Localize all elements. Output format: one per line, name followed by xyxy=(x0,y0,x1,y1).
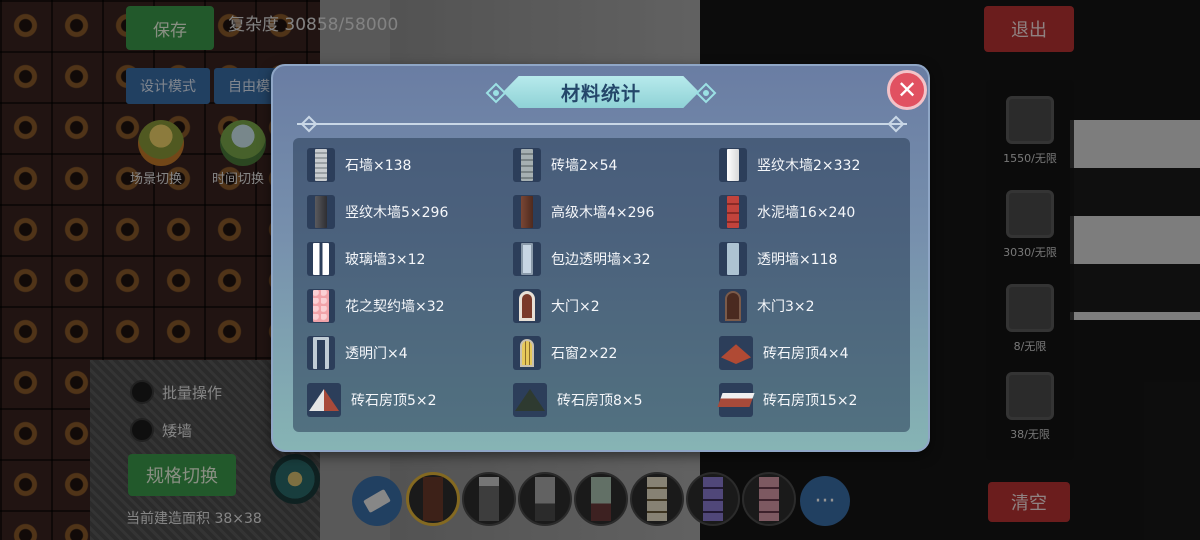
materials-list: 石墙×138 砖墙2×54 竖纹木墙2×332 竖纹木墙5×296 高级木墙4×… xyxy=(293,138,910,432)
vertical-wood-wall-icon xyxy=(719,148,747,182)
material-label: 大门×2 xyxy=(551,299,600,315)
material-item: 石墙×138 xyxy=(307,148,411,182)
material-label: 石墙×138 xyxy=(345,158,412,174)
material-stats-dialog: 材料统计 ✕ 石墙×138 砖墙2×54 竖纹木墙2×332 竖纹木墙5×296 xyxy=(271,64,930,452)
material-item: 透明门×4 xyxy=(307,336,408,370)
material-item: 大门×2 xyxy=(513,289,600,323)
flower-contract-wall-icon xyxy=(307,289,335,323)
close-button[interactable]: ✕ xyxy=(887,70,927,110)
vertical-wood-wall-icon xyxy=(307,195,335,229)
transparent-wall-icon xyxy=(719,242,747,276)
brick-wall-icon xyxy=(513,148,541,182)
cement-wall-icon xyxy=(719,195,747,229)
material-label: 高级木墙4×296 xyxy=(551,205,655,221)
material-item: 竖纹木墙5×296 xyxy=(307,195,448,229)
framed-transparent-wall-icon xyxy=(513,242,541,276)
material-label: 砖石房顶8×5 xyxy=(557,393,643,409)
premium-wood-wall-icon xyxy=(513,195,541,229)
close-icon: ✕ xyxy=(896,76,918,104)
material-label: 竖纹木墙5×296 xyxy=(345,205,449,221)
material-item: 透明墙×118 xyxy=(719,242,837,276)
material-item: 石窗2×22 xyxy=(513,336,617,370)
material-label: 透明门×4 xyxy=(345,346,408,362)
material-label: 砖石房顶5×2 xyxy=(351,393,437,409)
stone-wall-icon xyxy=(307,148,335,182)
material-label: 砖石房顶4×4 xyxy=(763,346,849,362)
brick-roof-icon xyxy=(719,336,753,370)
gate-icon xyxy=(513,289,541,323)
brick-roof-icon xyxy=(307,383,341,417)
material-item: 木门3×2 xyxy=(719,289,815,323)
material-item: 高级木墙4×296 xyxy=(513,195,654,229)
title-banner: 材料统计 xyxy=(503,76,699,108)
wooden-door-icon xyxy=(719,289,747,323)
material-label: 石窗2×22 xyxy=(551,346,618,362)
material-label: 包边透明墙×32 xyxy=(551,252,651,268)
material-item: 砖石房顶15×2 xyxy=(717,383,858,417)
material-label: 透明墙×118 xyxy=(757,252,838,268)
brick-roof-icon xyxy=(513,383,547,417)
material-item: 包边透明墙×32 xyxy=(513,242,651,276)
material-label: 砖墙2×54 xyxy=(551,158,618,174)
material-item: 砖石房顶4×4 xyxy=(719,336,849,370)
glass-wall-icon xyxy=(307,242,335,276)
material-label: 砖石房顶15×2 xyxy=(763,393,858,409)
material-label: 花之契约墙×32 xyxy=(345,299,445,315)
divider-ornament-icon xyxy=(300,115,318,133)
brick-roof-icon xyxy=(717,383,755,417)
dialog-title: 材料统计 xyxy=(560,82,641,105)
material-item: 砖墙2×54 xyxy=(513,148,617,182)
material-label: 水泥墙16×240 xyxy=(757,205,856,221)
material-item: 花之契约墙×32 xyxy=(307,289,445,323)
stone-window-icon xyxy=(513,336,541,370)
material-item: 砖石房顶8×5 xyxy=(513,383,643,417)
material-item: 玻璃墙3×12 xyxy=(307,242,425,276)
material-item: 水泥墙16×240 xyxy=(719,195,855,229)
material-item: 砖石房顶5×2 xyxy=(307,383,437,417)
material-label: 玻璃墙3×12 xyxy=(345,252,426,268)
transparent-door-icon xyxy=(307,336,335,370)
material-item: 竖纹木墙2×332 xyxy=(719,148,860,182)
ornament-right-icon xyxy=(695,82,717,104)
title-divider xyxy=(297,123,907,125)
material-label: 竖纹木墙2×332 xyxy=(757,158,861,174)
material-label: 木门3×2 xyxy=(757,299,815,315)
divider-ornament-icon xyxy=(887,115,905,133)
